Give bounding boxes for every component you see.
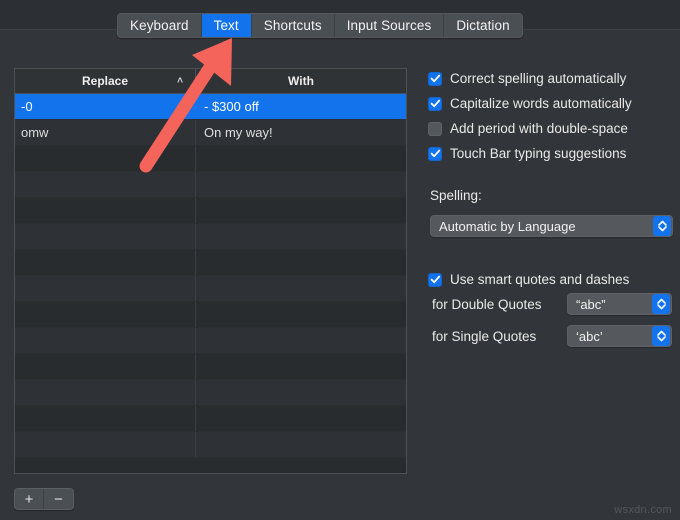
single-quotes-value: ‘abc’ — [576, 328, 603, 344]
cell-with[interactable] — [196, 406, 406, 431]
tab-dictation[interactable]: Dictation — [444, 14, 522, 37]
checkbox-checked-icon[interactable] — [428, 71, 442, 86]
cell-with[interactable]: - $300 off — [196, 94, 406, 119]
checkbox-checked-icon[interactable] — [428, 96, 442, 111]
text-replacement-table[interactable]: Replace ˄ With -0- $300 off omw On my way! — [14, 68, 407, 474]
cell-replace[interactable] — [15, 276, 196, 301]
table-row[interactable] — [15, 250, 406, 276]
preference-tab-bar: Keyboard Text Shortcuts Input Sources Dictat… — [117, 13, 523, 38]
table-row[interactable] — [15, 302, 406, 328]
spelling-label: Spelling: — [430, 188, 482, 203]
tab-text[interactable]: Text — [201, 14, 252, 37]
table-row[interactable]: omw On my way! — [15, 120, 406, 146]
option-label: Capitalize words automatically — [450, 96, 632, 111]
option-row-3[interactable]: Touch Bar typing suggestions — [428, 141, 676, 166]
column-header-with[interactable]: With — [196, 69, 406, 93]
cell-with[interactable] — [196, 302, 406, 327]
cell-with[interactable] — [196, 250, 406, 275]
watermark-text: wsxdn.com — [614, 504, 672, 516]
chevron-updown-icon — [653, 216, 671, 236]
option-label: Add period with double-space — [450, 121, 628, 136]
checkbox-unchecked-icon[interactable] — [428, 121, 442, 136]
cell-replace[interactable] — [15, 250, 196, 275]
single-quotes-row: for Single Quotes ‘abc’ — [432, 325, 672, 347]
cell-with[interactable]: On my way! — [196, 120, 406, 145]
cell-with[interactable] — [196, 198, 406, 223]
table-row[interactable] — [15, 172, 406, 198]
single-quotes-label: for Single Quotes — [432, 328, 537, 344]
single-quotes-popup-button[interactable]: ‘abc’ — [567, 325, 672, 347]
cell-replace[interactable] — [15, 354, 196, 379]
spelling-popup-value: Automatic by Language — [439, 218, 576, 234]
tab-keyboard[interactable]: Keyboard — [118, 14, 202, 37]
sort-ascending-icon: ˄ — [177, 75, 183, 87]
table-row[interactable] — [15, 224, 406, 250]
table-row[interactable] — [15, 198, 406, 224]
option-label: Correct spelling automatically — [450, 71, 627, 86]
cell-replace[interactable]: omw — [15, 120, 196, 145]
table-add-remove-buttons: + − — [14, 488, 74, 510]
cell-with[interactable] — [196, 328, 406, 353]
table-body[interactable]: -0- $300 off omw On my way! — [15, 94, 406, 458]
table-row[interactable] — [15, 354, 406, 380]
column-header-replace[interactable]: Replace ˄ — [15, 69, 196, 93]
smart-quotes-checkbox[interactable] — [428, 272, 442, 287]
cell-with[interactable] — [196, 354, 406, 379]
cell-replace[interactable] — [15, 432, 196, 457]
cell-with[interactable] — [196, 276, 406, 301]
cell-replace[interactable] — [15, 198, 196, 223]
cell-replace[interactable] — [15, 380, 196, 405]
checkbox-checked-icon[interactable] — [428, 146, 442, 161]
option-row-0[interactable]: Correct spelling automatically — [428, 66, 676, 91]
option-label: Touch Bar typing suggestions — [450, 146, 627, 161]
chevron-updown-icon — [652, 294, 670, 314]
table-row[interactable] — [15, 406, 406, 432]
table-row[interactable] — [15, 328, 406, 354]
cell-replace[interactable]: -0 — [15, 94, 196, 119]
chevron-updown-icon — [652, 326, 670, 346]
cell-with[interactable] — [196, 432, 406, 457]
option-row-2[interactable]: Add period with double-space — [428, 116, 676, 141]
table-header-row: Replace ˄ With — [15, 69, 406, 94]
double-quotes-popup-button[interactable]: “abc” — [567, 293, 672, 315]
double-quotes-value: “abc” — [576, 296, 606, 312]
cell-replace[interactable] — [15, 146, 196, 171]
cell-replace[interactable] — [15, 302, 196, 327]
table-row[interactable]: -0- $300 off — [15, 94, 406, 120]
table-row[interactable] — [15, 276, 406, 302]
cell-replace[interactable] — [15, 224, 196, 249]
double-quotes-row: for Double Quotes “abc” — [432, 293, 672, 315]
column-header-replace-label: Replace — [81, 74, 129, 88]
double-quotes-label: for Double Quotes — [432, 296, 542, 312]
table-row[interactable] — [15, 146, 406, 172]
smart-quotes-checkbox-row[interactable]: Use smart quotes and dashes — [428, 267, 629, 292]
smart-quotes-label: Use smart quotes and dashes — [450, 272, 630, 287]
cell-with[interactable] — [196, 146, 406, 171]
tab-shortcuts[interactable]: Shortcuts — [251, 14, 335, 37]
cell-replace[interactable] — [15, 328, 196, 353]
cell-with[interactable] — [196, 380, 406, 405]
column-header-with-label: With — [288, 74, 314, 88]
table-row[interactable] — [15, 380, 406, 406]
cell-with[interactable] — [196, 224, 406, 249]
cell-with[interactable] — [196, 172, 406, 197]
table-row[interactable] — [15, 432, 406, 458]
cell-replace[interactable] — [15, 406, 196, 431]
spelling-popup-button[interactable]: Automatic by Language — [430, 215, 673, 237]
remove-replacement-button[interactable]: − — [44, 489, 73, 509]
cell-replace[interactable] — [15, 172, 196, 197]
option-row-1[interactable]: Capitalize words automatically — [428, 91, 676, 116]
text-options-panel: Correct spelling automatically Capitalize… — [428, 66, 676, 166]
add-replacement-button[interactable]: + — [15, 489, 44, 509]
tab-input-sources[interactable]: Input Sources — [334, 14, 445, 37]
